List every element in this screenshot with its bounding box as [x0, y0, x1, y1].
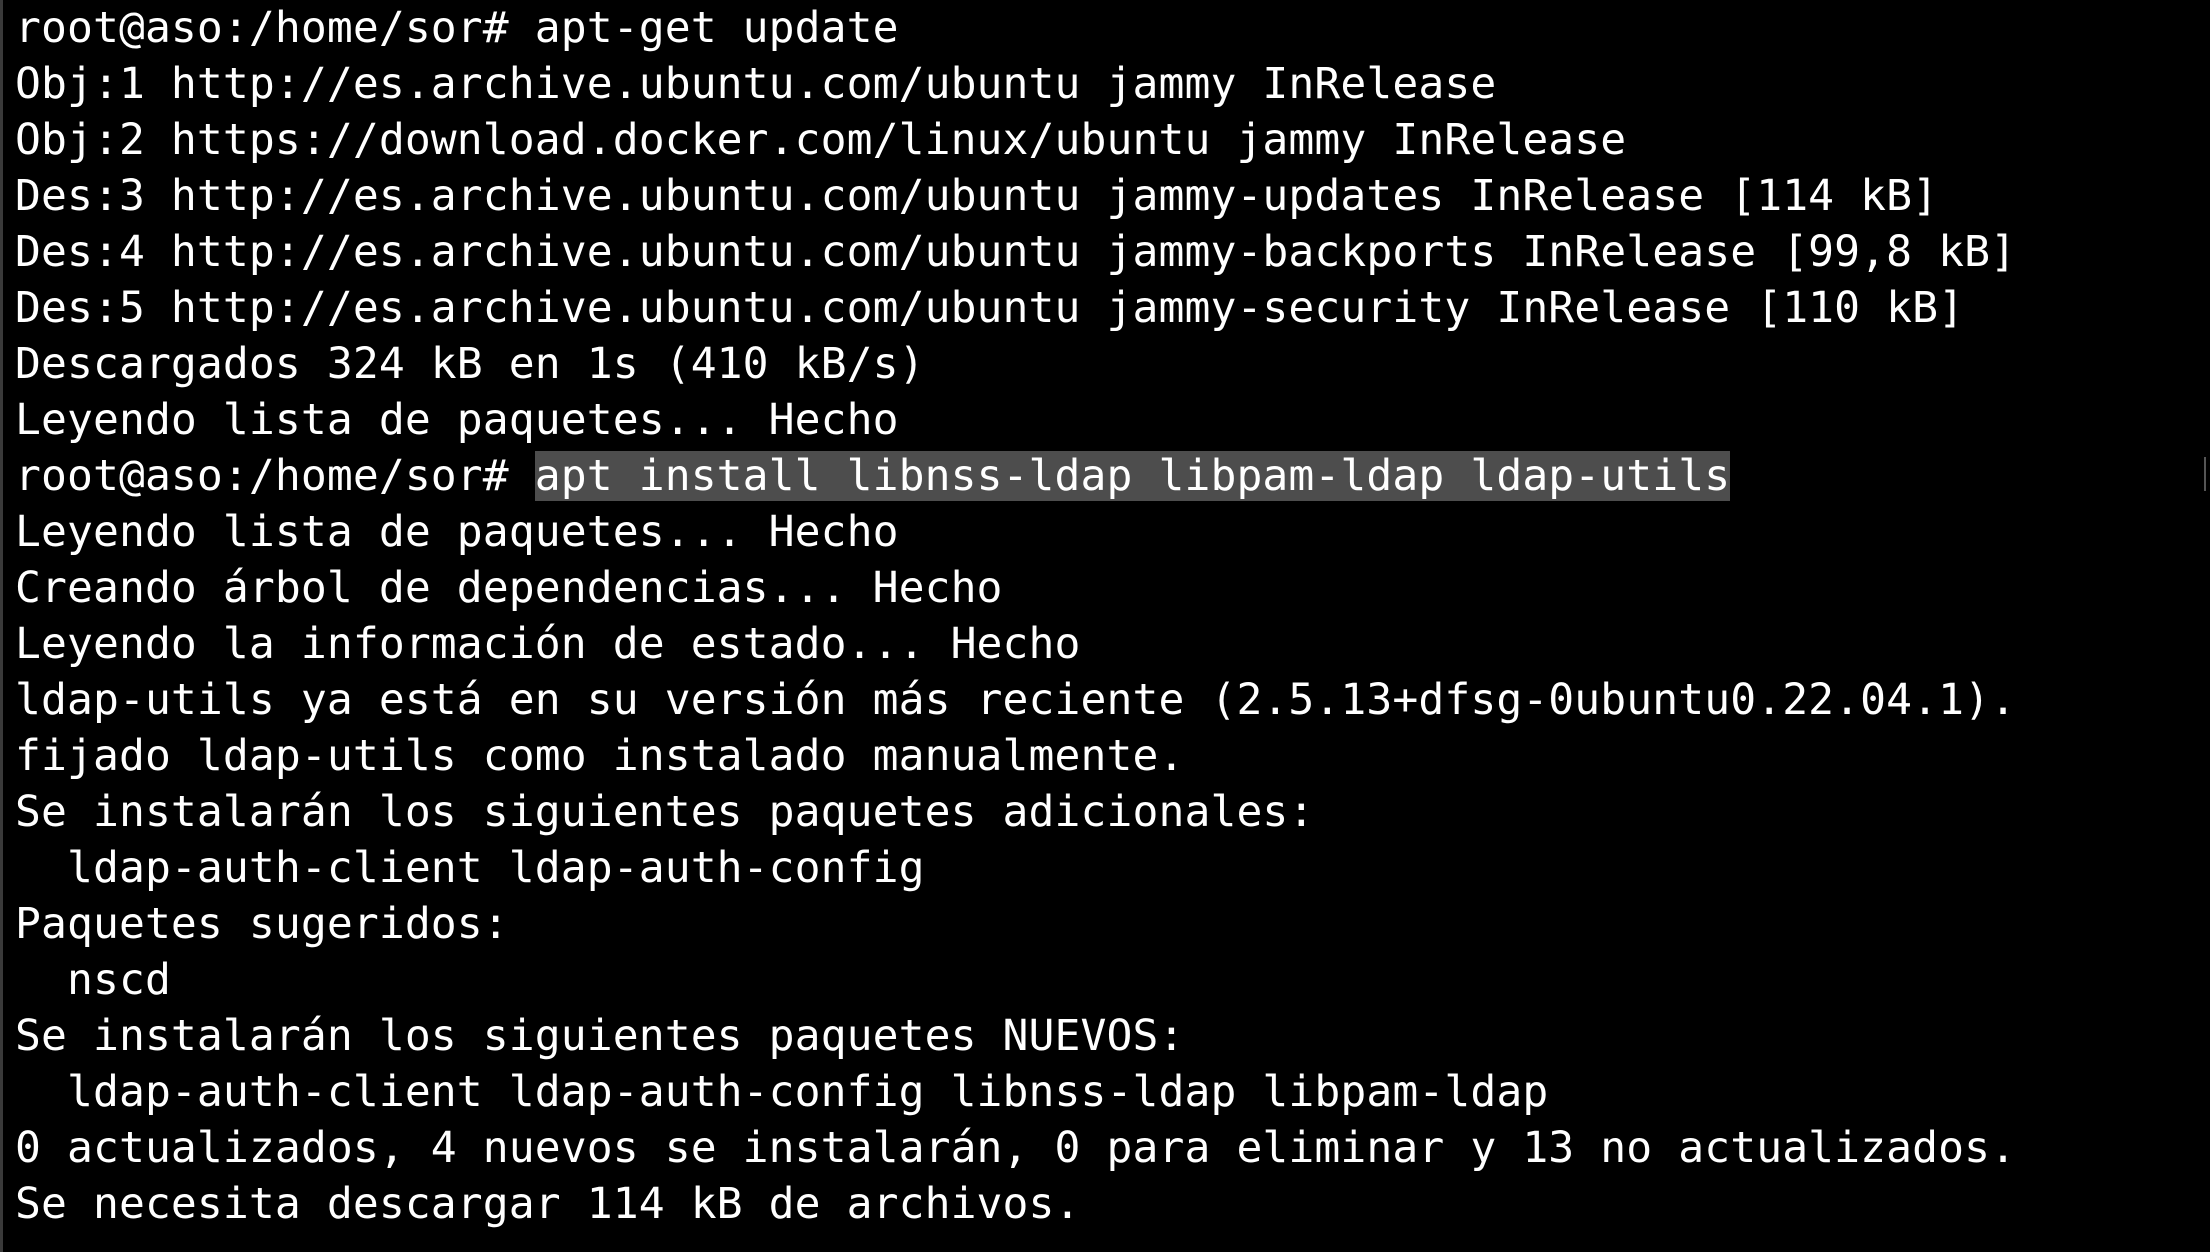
- selection-edge-marker: [2204, 457, 2206, 491]
- shell-prompt: root@aso:/home/sor#: [15, 451, 535, 501]
- selected-command-text[interactable]: apt install libnss-ldap libpam-ldap ldap…: [534, 451, 1731, 501]
- output-line: nscd: [15, 955, 171, 1005]
- output-line: Obj:1 http://es.archive.ubuntu.com/ubunt…: [15, 59, 1497, 109]
- output-line: Paquetes sugeridos:: [15, 899, 509, 949]
- output-line: Des:5 http://es.archive.ubuntu.com/ubunt…: [15, 283, 1965, 333]
- output-line: Leyendo la información de estado... Hech…: [15, 619, 1081, 669]
- output-line: Leyendo lista de paquetes... Hecho: [15, 395, 899, 445]
- terminal-output: root@aso:/home/sor# apt-get update Obj:1…: [15, 0, 2195, 1232]
- output-line: Se instalarán los siguientes paquetes NU…: [15, 1011, 1185, 1061]
- shell-prompt: root@aso:/home/sor#: [15, 3, 535, 53]
- terminal-window[interactable]: root@aso:/home/sor# apt-get update Obj:1…: [0, 0, 2210, 1252]
- output-line: Descargados 324 kB en 1s (410 kB/s): [15, 339, 925, 389]
- command-text: apt-get update: [534, 3, 899, 53]
- prompt-line: root@aso:/home/sor# apt-get update: [15, 0, 2195, 56]
- output-line: Leyendo lista de paquetes... Hecho: [15, 507, 899, 557]
- output-line: Creando árbol de dependencias... Hecho: [15, 563, 1003, 613]
- prompt-line: root@aso:/home/sor# apt install libnss-l…: [15, 448, 2195, 504]
- output-line: Se necesita descargar 114 kB de archivos…: [15, 1179, 1081, 1229]
- output-line: Des:4 http://es.archive.ubuntu.com/ubunt…: [15, 227, 2017, 277]
- output-line: fijado ldap-utils como instalado manualm…: [15, 731, 1185, 781]
- output-line: ldap-auth-client ldap-auth-config: [15, 843, 925, 893]
- output-line: Des:3 http://es.archive.ubuntu.com/ubunt…: [15, 171, 1939, 221]
- output-line: Obj:2 https://download.docker.com/linux/…: [15, 115, 1627, 165]
- output-line: ldap-utils ya está en su versión más rec…: [15, 675, 2017, 725]
- output-line: Se instalarán los siguientes paquetes ad…: [15, 787, 1315, 837]
- output-line: 0 actualizados, 4 nuevos se instalarán, …: [15, 1123, 2017, 1173]
- output-line: ldap-auth-client ldap-auth-config libnss…: [15, 1067, 1549, 1117]
